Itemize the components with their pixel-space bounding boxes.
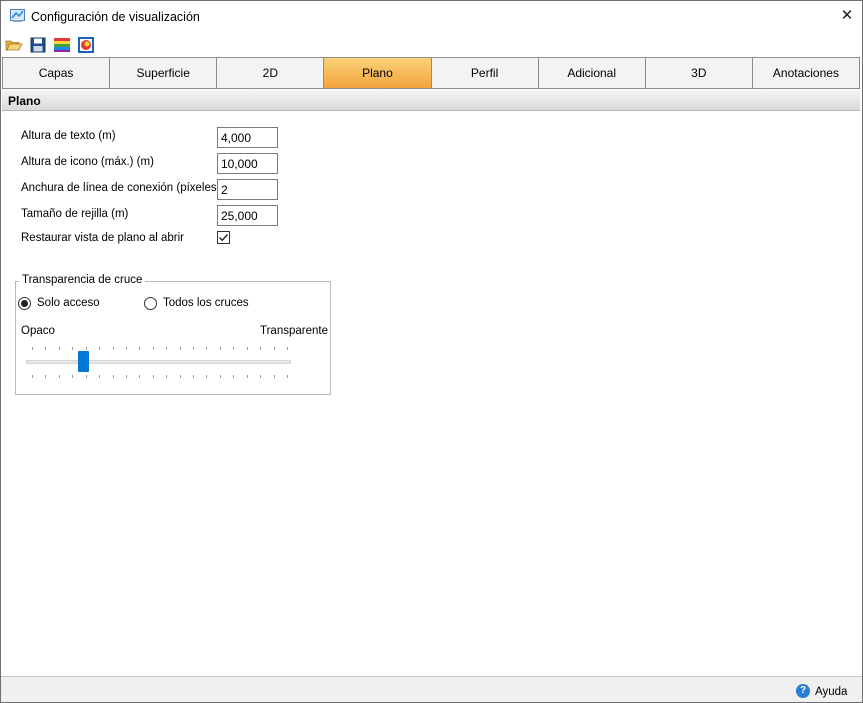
slider-tick [113,347,114,350]
slider-tick [274,375,275,378]
checkmark-icon [219,234,229,242]
save-button[interactable] [29,36,47,54]
slider-tick [153,347,154,350]
tab-adicional[interactable]: Adicional [538,58,646,88]
window-title: Configuración de visualización [31,10,200,24]
slider-tick [193,375,194,378]
slider-tick [260,347,261,350]
section-header: Plano [2,90,860,111]
open-button[interactable] [5,36,23,54]
app-icon [10,9,25,22]
tab-plano[interactable]: Plano [324,58,432,88]
slider-tick [86,375,87,378]
icon-height-input[interactable] [217,153,278,174]
slider-tick [287,375,288,378]
transparency-slider-track[interactable] [26,360,291,364]
slider-tick [72,347,73,350]
slider-tick [153,375,154,378]
help-icon[interactable]: ? [796,684,810,698]
restore-view-label: Restaurar vista de plano al abrir [21,232,184,244]
slider-tick [139,347,140,350]
slider-tick [139,375,140,378]
tab-perfil[interactable]: Perfil [431,58,539,88]
slider-tick [32,375,33,378]
text-height-label: Altura de texto (m) [21,130,116,142]
slider-tick [126,375,127,378]
slider-tick [72,375,73,378]
grid-size-label: Tamaño de rejilla (m) [21,208,129,220]
crossing-transparency-legend: Transparencia de cruce [19,274,146,286]
slider-tick [180,375,181,378]
slider-tick [247,375,248,378]
tab-2d[interactable]: 2D [217,58,325,88]
tab-bar: Capas Superficie 2D Plano Perfil Adicion… [2,57,860,89]
solo-acceso-radio[interactable] [18,297,31,310]
slider-tick [220,375,221,378]
slider-min-label: Opaco [21,325,55,337]
tab-superficie[interactable]: Superficie [110,58,218,88]
toolbar [1,34,862,56]
restore-view-checkbox[interactable] [217,231,230,244]
slider-tick [260,375,261,378]
slider-tick [99,347,100,350]
title-bar: Configuración de visualización ✕ [1,1,862,32]
slider-tick [180,347,181,350]
slider-tick [166,375,167,378]
slider-max-label: Transparente [260,325,328,337]
color-palette-button[interactable] [53,36,71,54]
color-settings-icon [78,37,94,53]
slider-tick [59,375,60,378]
grid-size-input[interactable] [217,205,278,226]
slider-tick [45,347,46,350]
close-button[interactable]: ✕ [832,1,862,31]
slider-tick [206,375,207,378]
transparency-slider-thumb[interactable] [78,351,89,372]
slider-tick [274,347,275,350]
slider-tick [126,347,127,350]
slider-tick [247,347,248,350]
slider-tick [45,375,46,378]
todos-los-cruces-radio[interactable] [144,297,157,310]
todos-los-cruces-label: Todos los cruces [163,297,249,309]
slider-tick [287,347,288,350]
slider-tick [220,347,221,350]
close-icon: ✕ [840,7,854,24]
slider-tick [86,347,87,350]
tab-3d[interactable]: 3D [645,58,753,88]
color-palette-icon [54,38,70,52]
slider-tick [32,347,33,350]
text-height-input[interactable] [217,127,278,148]
open-folder-icon [5,40,23,51]
connection-line-width-input[interactable] [217,179,278,200]
slider-tick [59,347,60,350]
slider-tick [233,347,234,350]
connection-line-width-label: Anchura de línea de conexión (píxeles) [21,182,221,194]
slider-tick [233,375,234,378]
radio-selected-dot [21,300,28,307]
slider-tick [193,347,194,350]
slider-tick [206,347,207,350]
solo-acceso-label: Solo acceso [37,297,100,309]
tab-anotaciones[interactable]: Anotaciones [752,58,859,88]
save-icon [30,37,46,53]
icon-height-label: Altura de icono (máx.) (m) [21,156,154,168]
help-link[interactable]: Ayuda [815,686,847,698]
color-settings-button[interactable] [77,36,95,54]
slider-tick [166,347,167,350]
footer-bar [1,677,862,702]
tab-capas[interactable]: Capas [3,58,111,88]
display-settings-window: Configuración de visualización ✕ Capas S… [0,0,863,703]
slider-tick [113,375,114,378]
slider-tick [99,375,100,378]
